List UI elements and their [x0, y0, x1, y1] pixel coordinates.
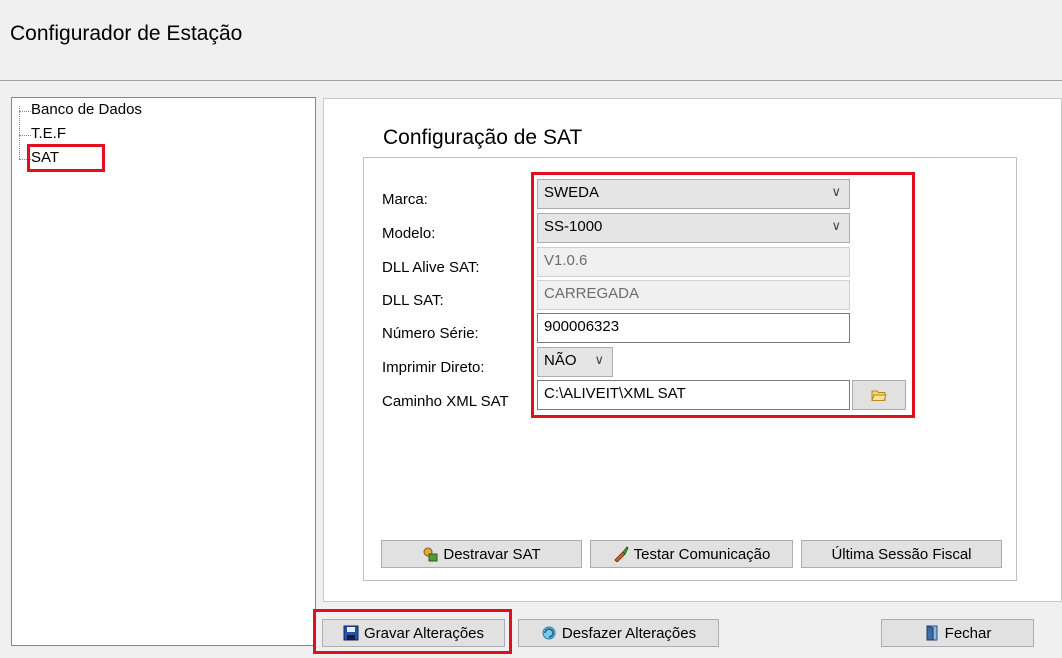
- ultima-label: Última Sessão Fiscal: [831, 545, 972, 563]
- numero-serie-label: Número Série:: [382, 325, 479, 342]
- panel-heading: Configuração de SAT: [383, 126, 583, 149]
- imprimir-direto-label: Imprimir Direto:: [382, 359, 485, 376]
- dll-sat-label: DLL SAT:: [382, 292, 444, 309]
- navigation-tree[interactable]: Banco de Dados T.E.F SAT: [11, 97, 316, 646]
- tree-connector: [19, 106, 20, 159]
- exit-door-icon: [926, 625, 938, 641]
- title-separator: [0, 80, 1062, 81]
- destravar-sat-button[interactable]: Destravar SAT: [381, 540, 582, 568]
- desfazer-label: Desfazer Alterações: [561, 624, 697, 642]
- testar-comunicacao-button[interactable]: Testar Comunicação: [590, 540, 793, 568]
- dll-alive-label: DLL Alive SAT:: [382, 259, 480, 276]
- caminho-xml-label: Caminho XML SAT: [382, 393, 509, 410]
- unlock-icon: [423, 547, 438, 562]
- undo-icon: [542, 626, 556, 640]
- tree-connector: [19, 135, 31, 136]
- ultima-sessao-fiscal-button[interactable]: Última Sessão Fiscal: [801, 540, 1002, 568]
- tree-item-tef[interactable]: T.E.F: [31, 125, 66, 142]
- testar-label: Testar Comunicação: [633, 545, 771, 563]
- desfazer-alteracoes-button[interactable]: Desfazer Alterações: [518, 619, 719, 647]
- modelo-label: Modelo:: [382, 225, 436, 242]
- test-icon: [613, 546, 629, 562]
- tree-connector: [19, 111, 31, 112]
- fechar-button[interactable]: Fechar: [881, 619, 1034, 647]
- destravar-label: Destravar SAT: [443, 545, 541, 563]
- fields-highlight: [531, 172, 915, 418]
- sat-selection-highlight: [27, 144, 105, 172]
- window-title: Configurador de Estação: [10, 22, 243, 45]
- fechar-label: Fechar: [944, 624, 992, 642]
- tree-item-banco-de-dados[interactable]: Banco de Dados: [31, 101, 142, 118]
- marca-label: Marca:: [382, 191, 428, 208]
- gravar-highlight: [313, 609, 512, 654]
